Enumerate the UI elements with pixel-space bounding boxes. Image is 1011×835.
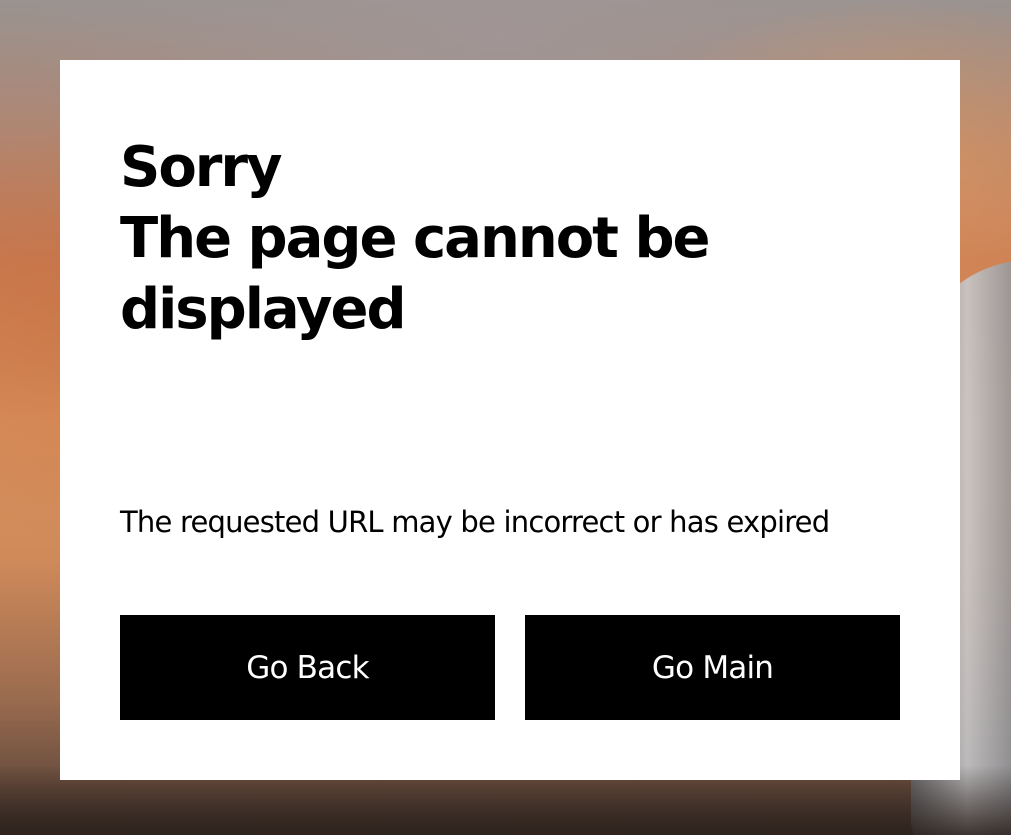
go-main-button[interactable]: Go Main: [525, 615, 900, 720]
error-title-line-2: The page cannot be: [120, 206, 711, 271]
error-title: Sorry The page cannot be displayed: [120, 132, 720, 345]
error-title-line-1: Sorry: [120, 135, 283, 200]
action-buttons: Go Back Go Main: [120, 615, 900, 720]
go-back-button[interactable]: Go Back: [120, 615, 495, 720]
error-message: The requested URL may be incorrect or ha…: [120, 505, 830, 539]
error-title-line-3: displayed: [120, 277, 407, 342]
error-dialog: Sorry The page cannot be displayed The r…: [60, 60, 960, 780]
